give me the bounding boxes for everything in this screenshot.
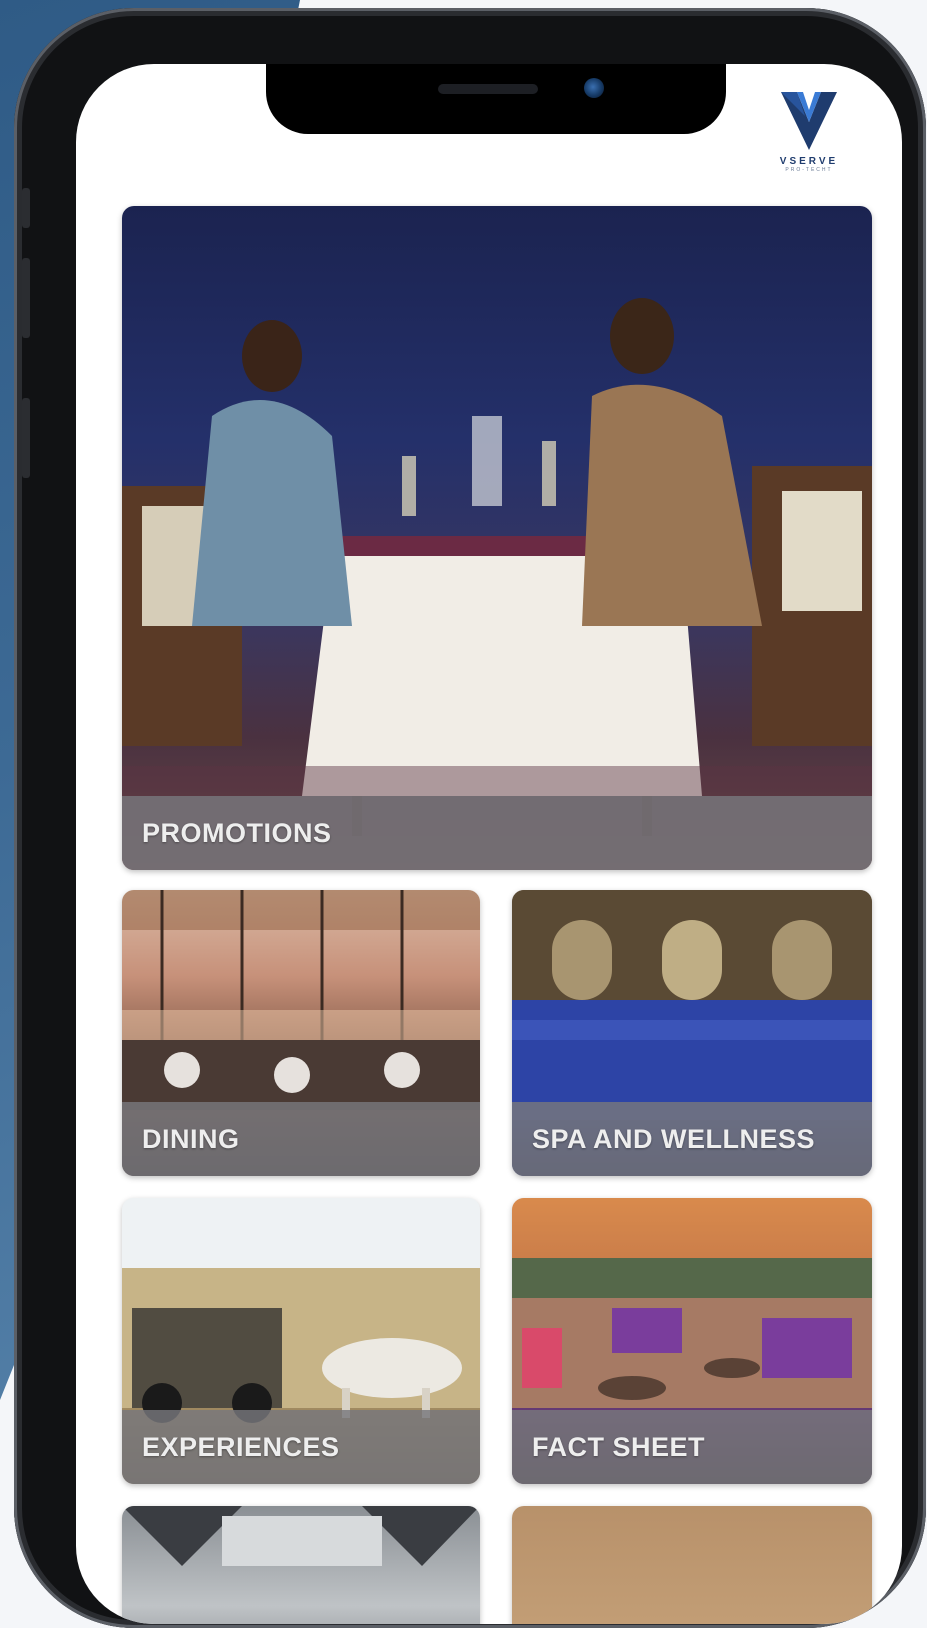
brand-logo: VSERVE PRO-TECHT xyxy=(759,88,859,188)
phone-screen: VSERVE PRO-TECHT PROMOTIONS DINING SPA A… xyxy=(76,64,902,1624)
promotions-tile[interactable]: PROMOTIONS xyxy=(122,206,872,870)
logo-sub-text: PRO-TECHT xyxy=(785,167,833,173)
phone-volume-down-button xyxy=(22,398,30,478)
phone-notch xyxy=(266,64,726,134)
partial-left-photo xyxy=(122,1506,480,1566)
partial-tile-left[interactable] xyxy=(122,1506,480,1624)
vserve-logo-icon xyxy=(781,92,837,150)
promotions-photo xyxy=(122,298,872,870)
speaker-grille xyxy=(438,84,538,94)
promotions-label-bar: PROMOTIONS xyxy=(122,796,872,870)
spa-and-wellness-tile[interactable]: SPA AND WELLNESS xyxy=(512,890,872,1176)
front-camera xyxy=(584,78,604,98)
logo-brand-text: VSERVE xyxy=(779,156,839,167)
phone-volume-up-button xyxy=(22,258,30,338)
experiences-label-bar: EXPERIENCES xyxy=(122,1410,480,1484)
promotions-label: PROMOTIONS xyxy=(142,817,332,848)
dining-tile[interactable]: DINING xyxy=(122,890,480,1176)
spa-label: SPA AND WELLNESS xyxy=(532,1123,816,1154)
spa-label-bar: SPA AND WELLNESS xyxy=(512,1102,872,1176)
dining-label: DINING xyxy=(142,1123,240,1154)
fact-sheet-tile[interactable]: FACT SHEET xyxy=(512,1198,872,1484)
experiences-tile[interactable]: EXPERIENCES xyxy=(122,1198,480,1484)
fact-sheet-label-bar: FACT SHEET xyxy=(512,1410,872,1484)
phone-mute-switch xyxy=(22,188,30,228)
phone-frame: VSERVE PRO-TECHT PROMOTIONS DINING SPA A… xyxy=(14,8,926,1628)
experiences-label: EXPERIENCES xyxy=(142,1431,340,1462)
partial-tile-right[interactable] xyxy=(512,1506,872,1624)
dining-label-bar: DINING xyxy=(122,1102,480,1176)
fact-sheet-label: FACT SHEET xyxy=(532,1431,706,1462)
